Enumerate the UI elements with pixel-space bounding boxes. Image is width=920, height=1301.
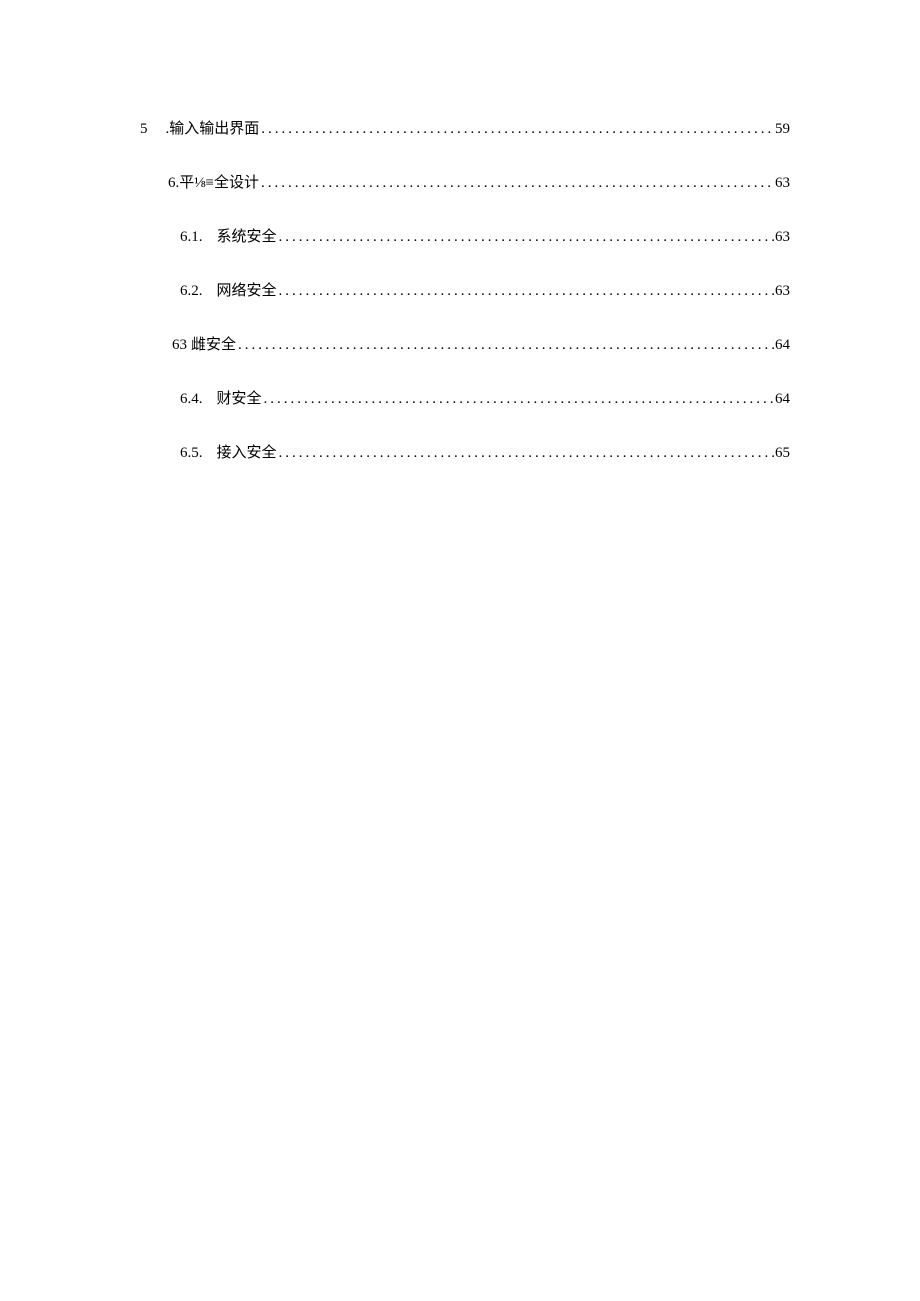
toc-entry-title: 系统安全 [217,225,277,246]
toc-leader-dots: ........................................… [259,121,775,138]
toc-leader-dots: ........................................… [277,229,775,246]
toc-entry-number: 5 [140,121,166,138]
toc-entry-page: 64 [775,337,790,354]
toc-entry-title: 财安全 [217,387,262,408]
toc-entry-title: 雌安全 [191,333,236,354]
toc-entry-number: 6.2. [180,283,203,300]
toc-entry-title: 平⅛≡全设计 [179,171,259,192]
toc-entry-page: 63 [775,175,790,192]
toc-entry: 6.4. 财安全.................................… [140,387,790,408]
toc-entry-number: 6.4. [180,391,203,408]
toc-entry-page: 59 [775,121,790,138]
toc-entry: 6.平⅛≡全设计................................… [140,171,790,192]
toc-entry: 6.5. 接入安全................................… [140,441,790,462]
toc-entry-title: .输入输出界面 [166,117,260,138]
toc-entry-number: 6. [168,175,179,192]
toc-entry-page: 63 [775,283,790,300]
toc-entry-page: 65 [775,445,790,462]
toc-entry: 6.2. 网络安全................................… [140,279,790,300]
document-page: 5.输入输出界面................................… [0,0,920,462]
toc-entry: 6.1. 系统安全................................… [140,225,790,246]
toc-leader-dots: ........................................… [277,283,775,300]
toc-leader-dots: ........................................… [277,445,775,462]
toc-entry: 63雌安全...................................… [140,333,790,354]
table-of-contents: 5.输入输出界面................................… [140,117,790,462]
toc-entry-number: 6.1. [180,229,203,246]
toc-entry-number: 63 [172,337,187,354]
toc-entry-title: 网络安全 [217,279,277,300]
toc-leader-dots: ........................................… [236,337,775,354]
toc-leader-dots: ........................................… [259,175,775,192]
toc-entry-page: 64 [775,391,790,408]
toc-entry-number: 6.5. [180,445,203,462]
toc-entry-page: 63 [775,229,790,246]
toc-entry: 5.输入输出界面................................… [140,117,790,138]
toc-entry-title: 接入安全 [217,441,277,462]
toc-leader-dots: ........................................… [262,391,775,408]
